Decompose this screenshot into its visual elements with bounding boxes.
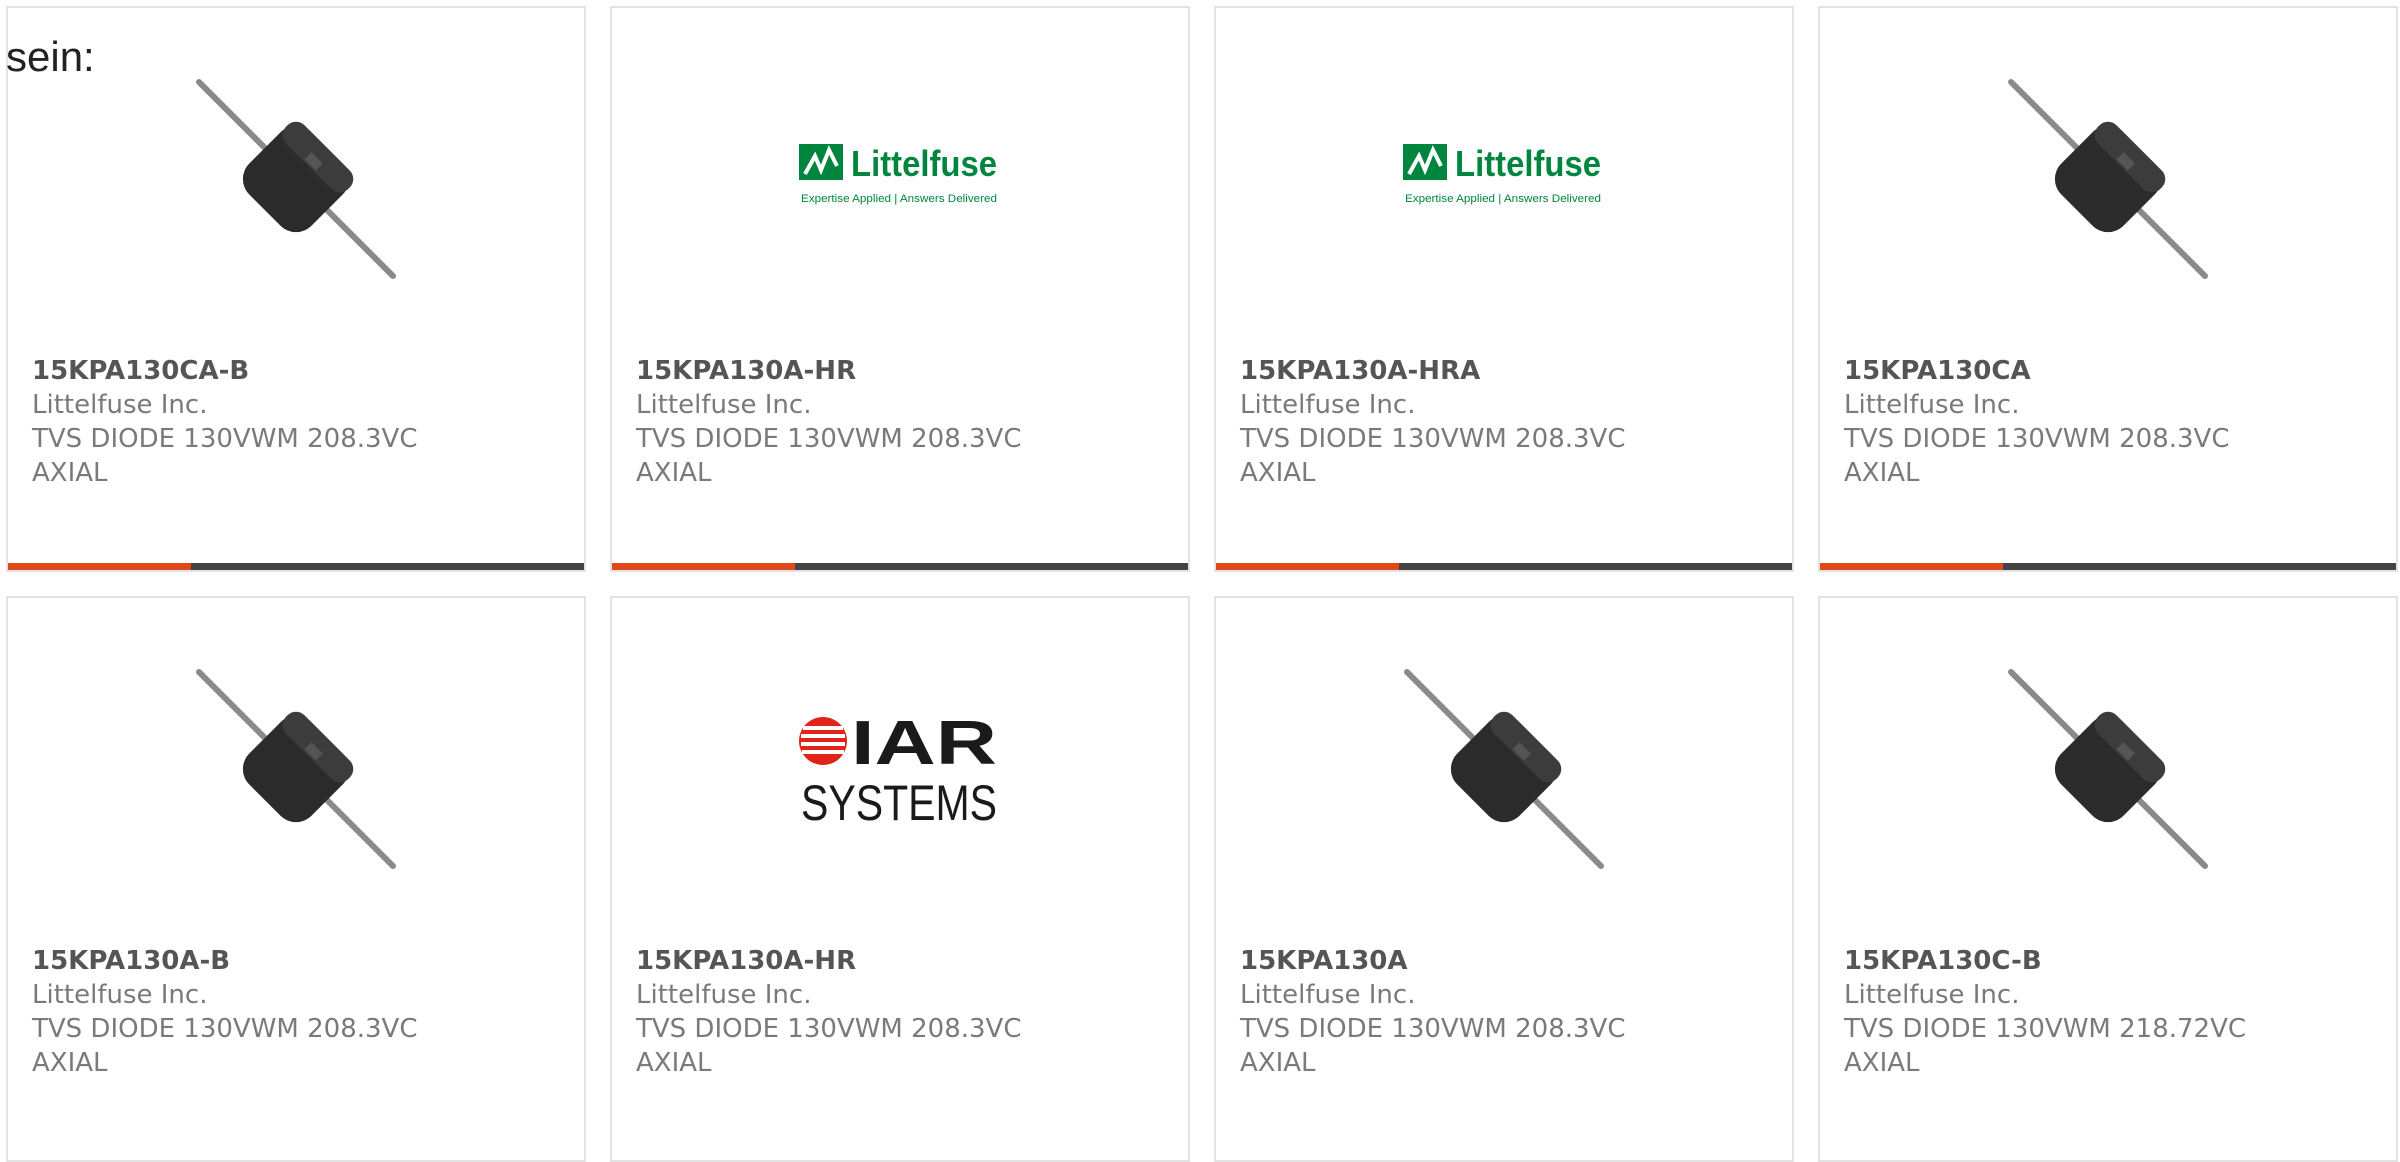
manufacturer: Littelfuse Inc.	[32, 390, 208, 420]
intro-text: sein:	[6, 33, 95, 80]
card-footer-bar	[612, 563, 1188, 570]
card-accent	[8, 563, 191, 570]
part-number[interactable]: 15KPA130A-HR	[636, 944, 1136, 978]
product-card[interactable]: Littelfuse Expertise Applied | Answers D…	[610, 6, 1190, 572]
littelfuse-logo-tagline: Expertise Applied | Answers Delivered	[1405, 193, 1601, 205]
description-line-1: TVS DIODE 130VWM 208.3VC	[1240, 424, 1626, 454]
description-line-1: TVS DIODE 130VWM 208.3VC	[32, 1014, 418, 1044]
littelfuse-logo-name: Littelfuse	[1455, 143, 1601, 184]
card-footer-bar	[1820, 563, 2396, 570]
littelfuse-logo-tagline: Expertise Applied | Answers Delivered	[801, 193, 997, 205]
description-line-1: TVS DIODE 130VWM 208.3VC	[1240, 1014, 1626, 1044]
product-card[interactable]: 15KPA130CA-B Littelfuse Inc. TVS DIODE 1…	[6, 6, 586, 572]
diode-image[interactable]	[2007, 668, 2209, 870]
description-line-2: AXIAL	[1240, 1048, 1316, 1078]
product-grid: 15KPA130CA-B Littelfuse Inc. TVS DIODE 1…	[6, 6, 2400, 1162]
manufacturer: Littelfuse Inc.	[1844, 980, 2020, 1010]
diode-image[interactable]	[1403, 668, 1605, 870]
iar-logo-name: IAR	[851, 709, 997, 778]
littelfuse-logo-name: Littelfuse	[851, 143, 997, 184]
littelfuse-logo[interactable]: Littelfuse Expertise Applied | Answers D…	[1403, 78, 1605, 280]
description-line-1: TVS DIODE 130VWM 218.72VC	[1844, 1014, 2247, 1044]
manufacturer: Littelfuse Inc.	[32, 980, 208, 1010]
description-line-2: AXIAL	[1844, 458, 1920, 488]
product-card[interactable]: IAR SYSTEMS 15KPA130A-HR Littelfuse Inc.…	[610, 596, 1190, 1162]
part-number[interactable]: 15KPA130CA-B	[32, 354, 532, 388]
manufacturer: Littelfuse Inc.	[636, 390, 812, 420]
product-card[interactable]: 15KPA130C-B Littelfuse Inc. TVS DIODE 13…	[1818, 596, 2398, 1162]
part-number[interactable]: 15KPA130A	[1240, 944, 1740, 978]
card-footer-bar	[8, 563, 584, 570]
part-number[interactable]: 15KPA130A-HRA	[1240, 354, 1740, 388]
description-line-2: AXIAL	[1844, 1048, 1920, 1078]
product-card[interactable]: Littelfuse Expertise Applied | Answers D…	[1214, 6, 1794, 572]
iar-systems-logo[interactable]: IAR SYSTEMS	[799, 668, 1001, 870]
description-line-1: TVS DIODE 130VWM 208.3VC	[32, 424, 418, 454]
diode-image[interactable]	[195, 78, 397, 280]
description-line-1: TVS DIODE 130VWM 208.3VC	[636, 424, 1022, 454]
description-line-2: AXIAL	[636, 458, 712, 488]
card-footer-bar	[1216, 563, 1792, 570]
manufacturer: Littelfuse Inc.	[1240, 980, 1416, 1010]
description-line-2: AXIAL	[636, 1048, 712, 1078]
diode-image[interactable]	[2007, 78, 2209, 280]
part-number[interactable]: 15KPA130CA	[1844, 354, 2344, 388]
iar-logo-systems: SYSTEMS	[801, 775, 997, 831]
product-card[interactable]: 15KPA130A Littelfuse Inc. TVS DIODE 130V…	[1214, 596, 1794, 1162]
description-line-2: AXIAL	[32, 1048, 108, 1078]
part-number[interactable]: 15KPA130A-HR	[636, 354, 1136, 388]
card-accent	[1820, 563, 2003, 570]
card-accent	[1216, 563, 1399, 570]
manufacturer: Littelfuse Inc.	[1844, 390, 2020, 420]
part-number[interactable]: 15KPA130A-B	[32, 944, 532, 978]
description-line-2: AXIAL	[32, 458, 108, 488]
manufacturer: Littelfuse Inc.	[636, 980, 812, 1010]
diode-image[interactable]	[195, 668, 397, 870]
littelfuse-logo[interactable]: Littelfuse Expertise Applied | Answers D…	[799, 78, 1001, 280]
description-line-1: TVS DIODE 130VWM 208.3VC	[636, 1014, 1022, 1044]
product-card[interactable]: 15KPA130A-B Littelfuse Inc. TVS DIODE 13…	[6, 596, 586, 1162]
description-line-2: AXIAL	[1240, 458, 1316, 488]
part-number[interactable]: 15KPA130C-B	[1844, 944, 2344, 978]
card-accent	[612, 563, 795, 570]
product-card[interactable]: 15KPA130CA Littelfuse Inc. TVS DIODE 130…	[1818, 6, 2398, 572]
manufacturer: Littelfuse Inc.	[1240, 390, 1416, 420]
description-line-1: TVS DIODE 130VWM 208.3VC	[1844, 424, 2230, 454]
